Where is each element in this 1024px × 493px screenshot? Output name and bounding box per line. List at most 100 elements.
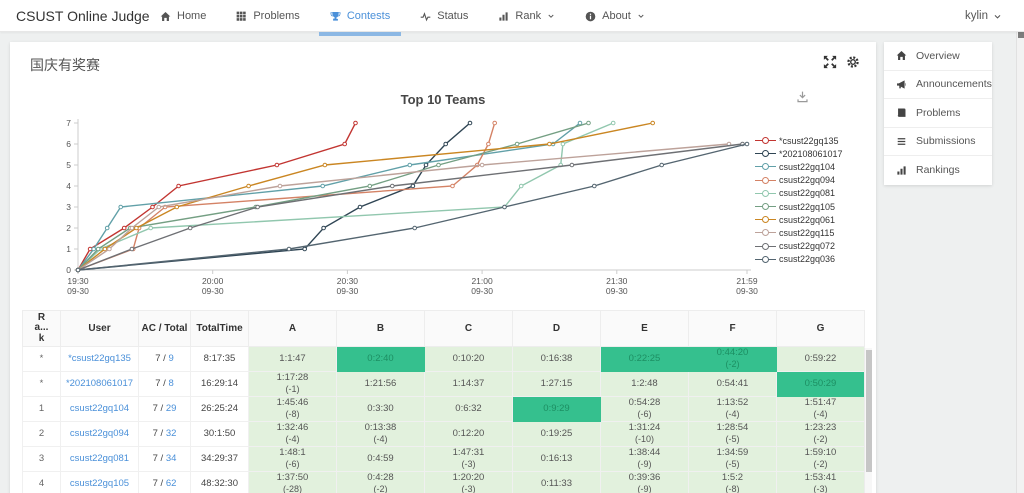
problem-cell[interactable]: 1:17:28(-1): [249, 372, 337, 397]
user-link[interactable]: csust22gq105: [61, 472, 139, 493]
legend-item-csust22gq115[interactable]: csust22gq115: [755, 226, 843, 239]
problem-cell[interactable]: 0:12:20: [425, 422, 513, 447]
problem-cell[interactable]: 1:14:37: [425, 372, 513, 397]
legend-item-*csust22gq135[interactable]: *csust22gq135: [755, 134, 843, 147]
problem-cell[interactable]: 1:21:56: [337, 372, 425, 397]
problem-cell[interactable]: 0:16:13: [513, 447, 601, 472]
problem-cell[interactable]: 1:1:47: [249, 347, 337, 372]
problem-cell[interactable]: 1:37:50(-28): [249, 472, 337, 493]
problem-cell[interactable]: 0:59:22: [777, 347, 865, 372]
problem-cell[interactable]: 0:13:38(-4): [337, 422, 425, 447]
problem-cell[interactable]: 1:13:52(-4): [689, 397, 777, 422]
gear-icon[interactable]: [846, 55, 860, 69]
fullscreen-icon[interactable]: [823, 55, 837, 69]
problem-cell[interactable]: 1:2:48: [601, 372, 689, 397]
series-csust22gq094[interactable]: [78, 123, 495, 270]
legend-item-*202108061017[interactable]: *202108061017: [755, 147, 843, 160]
user-menu[interactable]: kylin: [965, 0, 1002, 32]
table-scrollbar[interactable]: [864, 348, 872, 493]
problem-cell[interactable]: 1:34:59(-5): [689, 447, 777, 472]
megaphone-icon: [896, 79, 907, 90]
user-link[interactable]: csust22gq081: [61, 447, 139, 472]
table-scrollbar-thumb[interactable]: [866, 350, 872, 472]
nav-item-home[interactable]: Home: [145, 0, 221, 32]
nav-item-contests[interactable]: Contests: [315, 0, 405, 32]
nav-item-status[interactable]: Status: [405, 0, 483, 32]
problem-cell[interactable]: 0:4:28(-2): [337, 472, 425, 493]
problem-cell[interactable]: 1:48:1(-6): [249, 447, 337, 472]
contest-sidebar: OverviewAnnouncementsProblems Submissions…: [884, 42, 992, 185]
svg-text:2: 2: [66, 223, 71, 233]
rank-value: *: [23, 372, 61, 397]
legend-item-csust22gq094[interactable]: csust22gq094: [755, 174, 843, 187]
sidebar-item-rankings[interactable]: Rankings: [884, 156, 992, 185]
problem-cell[interactable]: 0:44:20(-2): [689, 347, 777, 372]
legend-item-csust22gq036[interactable]: csust22gq036: [755, 253, 843, 266]
col-header-d: D: [513, 311, 601, 347]
problem-cell[interactable]: 1:59:10(-2): [777, 447, 865, 472]
problem-cell[interactable]: 1:23:23(-2): [777, 422, 865, 447]
problem-cell[interactable]: 0:9:29: [513, 397, 601, 422]
sidebar-item-announcements[interactable]: Announcements: [884, 71, 992, 100]
problem-cell[interactable]: 0:11:33: [513, 472, 601, 493]
svg-text:09-30: 09-30: [67, 286, 89, 296]
problem-cell[interactable]: 0:6:32: [425, 397, 513, 422]
brand[interactable]: CSUST Online Judge: [16, 0, 150, 32]
series-csust22gq061[interactable]: [78, 123, 653, 270]
nav-item-rank[interactable]: Rank: [483, 0, 570, 32]
problem-cell[interactable]: 1:47:31(-3): [425, 447, 513, 472]
problem-cell[interactable]: 1:27:15: [513, 372, 601, 397]
problem-cell[interactable]: 0:2:40: [337, 347, 425, 372]
sidebar-item-submissions[interactable]: Submissions: [884, 128, 992, 157]
sidebar-item-overview[interactable]: Overview: [884, 42, 992, 71]
problem-cell[interactable]: 1:51:47(-4): [777, 397, 865, 422]
sidebar-item-label: Submissions: [916, 135, 976, 147]
book-icon: [896, 107, 907, 118]
problem-cell[interactable]: 1:20:20(-3): [425, 472, 513, 493]
problem-cell[interactable]: 0:4:59: [337, 447, 425, 472]
problem-cell[interactable]: 0:39:36(-9): [601, 472, 689, 493]
nav-item-problems[interactable]: Problems: [221, 0, 314, 32]
problem-cell[interactable]: 0:19:25: [513, 422, 601, 447]
user-link[interactable]: *csust22gq135: [61, 347, 139, 372]
username: kylin: [965, 10, 988, 22]
legend-marker-icon: [755, 136, 776, 145]
nav-item-about[interactable]: About: [570, 0, 660, 32]
user-link[interactable]: csust22gq104: [61, 397, 139, 422]
problem-cell[interactable]: 0:10:20: [425, 347, 513, 372]
rank-value: *: [23, 347, 61, 372]
problem-cell[interactable]: 1:31:24(-10): [601, 422, 689, 447]
navbar: CSUST Online Judge HomeProblemsContestsS…: [0, 0, 1024, 32]
series-csust22gq105[interactable]: [78, 123, 589, 270]
user-link[interactable]: *202108061017: [61, 372, 139, 397]
page-scrollbar[interactable]: [1016, 0, 1024, 493]
sidebar-item-problems[interactable]: Problems: [884, 99, 992, 128]
problem-cell[interactable]: 0:50:29: [777, 372, 865, 397]
legend-item-csust22gq104[interactable]: csust22gq104: [755, 160, 843, 173]
col-header-rank: R a... k: [23, 311, 61, 347]
problem-cell[interactable]: 1:5:2(-8): [689, 472, 777, 493]
problem-cell[interactable]: 1:28:54(-5): [689, 422, 777, 447]
problem-cell[interactable]: 0:22:25: [601, 347, 689, 372]
problem-cell[interactable]: 0:54:28(-6): [601, 397, 689, 422]
trophy-icon: [330, 11, 341, 22]
total-time: 34:29:37: [191, 447, 249, 472]
problem-cell[interactable]: 1:53:41(-3): [777, 472, 865, 493]
legend-item-csust22gq081[interactable]: csust22gq081: [755, 187, 843, 200]
problem-cell[interactable]: 0:3:30: [337, 397, 425, 422]
legend-item-csust22gq105[interactable]: csust22gq105: [755, 200, 843, 213]
legend-label: *202108061017: [779, 149, 843, 159]
problem-cell[interactable]: 0:54:41: [689, 372, 777, 397]
problem-cell[interactable]: 1:32:46(-4): [249, 422, 337, 447]
download-icon[interactable]: [796, 90, 809, 103]
info-icon: [585, 11, 596, 22]
rank-value: 4: [23, 472, 61, 493]
problem-cell[interactable]: 1:45:46(-8): [249, 397, 337, 422]
user-link[interactable]: csust22gq094: [61, 422, 139, 447]
chart-legend: *csust22gq135*202108061017csust22gq104cs…: [755, 134, 843, 266]
ac-total: 7 / 32: [139, 422, 191, 447]
problem-cell[interactable]: 1:38:44(-9): [601, 447, 689, 472]
problem-cell[interactable]: 0:16:38: [513, 347, 601, 372]
legend-item-csust22gq072[interactable]: csust22gq072: [755, 240, 843, 253]
legend-item-csust22gq061[interactable]: csust22gq061: [755, 213, 843, 226]
